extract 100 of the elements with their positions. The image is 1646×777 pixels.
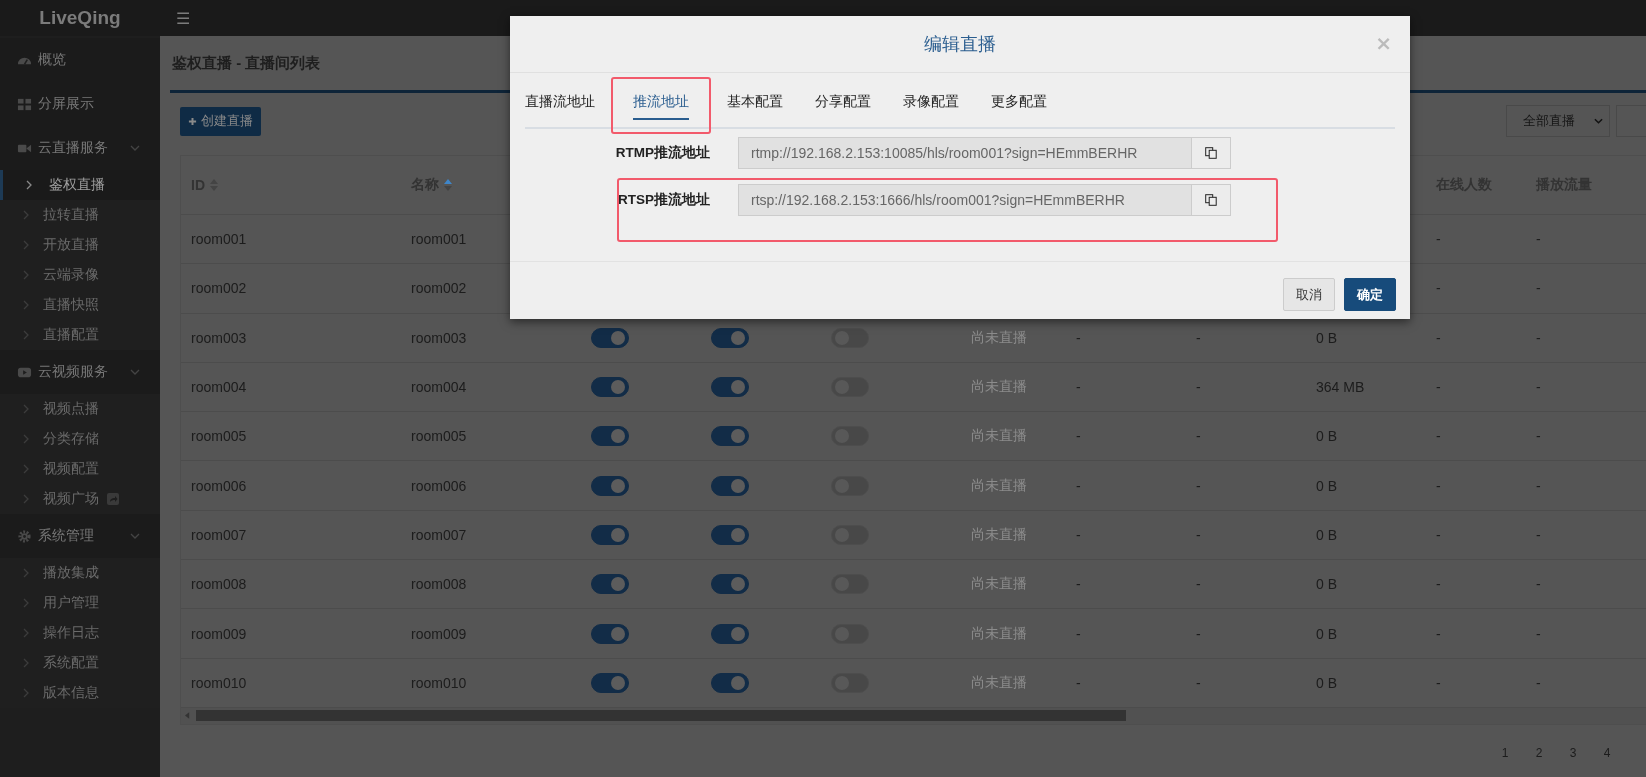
sidebar-item[interactable]: 直播配置 [0,320,160,350]
dialog-title: 编辑直播 [924,33,996,56]
tab[interactable]: 分享配置 [799,79,887,127]
chevron-icon [23,210,29,220]
tab[interactable]: 录像配置 [887,79,975,127]
tab[interactable]: 基本配置 [711,79,799,127]
table-cell: - [1536,428,1541,445]
table-cell: - [1436,280,1441,297]
toggle-switch[interactable] [591,327,629,348]
toggle-switch[interactable] [711,574,749,595]
chevron-icon [23,300,29,310]
filter-dropdown[interactable]: 全部直播 [1506,105,1610,137]
copy-button[interactable] [1192,183,1231,216]
table-cell: - [1436,674,1441,691]
sidebar-item[interactable]: 分类存储 [0,424,160,454]
table-cell: - [1076,379,1081,396]
chevron-icon [130,145,140,151]
table-cell: - [1196,674,1201,691]
table-cell: 0 B [1316,576,1337,593]
toggle-switch[interactable] [591,524,629,545]
cancel-button[interactable]: 取消 [1283,278,1335,311]
chevron-icon [23,404,29,414]
table-cell: 0 B [1316,674,1337,691]
toggle-switch[interactable] [591,672,629,693]
sidebar-item[interactable]: 视频点播 [0,394,160,424]
table-cell: room009 [411,625,467,642]
table-cell: room001 [411,231,467,248]
toggle-switch[interactable] [591,475,629,496]
toggle-switch[interactable] [711,377,749,398]
url-field[interactable]: rtsp://192.168.2.153:1666/hls/room001?sign=HEmmBERHR [738,183,1192,216]
table-cell: - [1536,576,1541,593]
left-arrow-icon[interactable] [185,712,190,720]
sort-icon[interactable] [444,179,452,191]
table-cell: - [1436,428,1441,445]
copy-button[interactable] [1192,136,1231,169]
table-cell: room010 [191,674,247,691]
table-cell: - [1536,231,1541,248]
field-label: RTSP推流地址 [617,190,711,209]
chevron-icon [23,658,29,668]
table-cell: room004 [411,379,467,396]
table-cell: 364 MB [1316,379,1365,396]
toggle-switch[interactable] [591,574,629,595]
table-cell: - [1536,477,1541,494]
sidebar-item[interactable]: 云端录像 [0,260,160,290]
table-cell: - [1076,625,1081,642]
sidebar-item[interactable]: 直播快照 [0,290,160,320]
confirm-button[interactable]: 确定 [1344,278,1396,311]
chevron-icon [26,180,32,190]
page-link[interactable]: 3 [1558,744,1588,761]
toggle-switch[interactable] [711,327,749,348]
table-cell: room007 [191,526,247,543]
table-cell: - [1196,428,1201,445]
page-link[interactable]: 2 [1524,744,1554,761]
table-cell: - [1196,576,1201,593]
table-cell: room004 [191,379,247,396]
table-cell: 0 B [1316,625,1337,642]
table-cell: room003 [411,329,467,346]
toggle-switch[interactable] [591,623,629,644]
chevron-icon [23,330,29,340]
table-cell: room009 [191,625,247,642]
create-button[interactable]: 创建直播 [180,106,261,136]
sidebar-item[interactable]: 开放直播 [0,230,160,260]
toggle-switch[interactable] [711,623,749,644]
sidebar-item[interactable]: 播放集成 [0,558,160,588]
sidebar-item[interactable]: 视频广场 [0,484,160,514]
tab[interactable]: 推流地址 [633,86,689,120]
toggle-switch[interactable] [711,524,749,545]
tab[interactable]: 更多配置 [975,79,1063,127]
toggle-switch[interactable] [591,426,629,447]
table-cell: - [1196,477,1201,494]
sidebar-item[interactable]: 视频配置 [0,454,160,484]
toggle-switch[interactable] [711,475,749,496]
sidebar-item[interactable]: 鉴权直播 [0,170,160,200]
table-cell: - [1436,625,1441,642]
toggle-switch[interactable] [591,377,629,398]
sidebar-item[interactable]: 系统配置 [0,648,160,678]
url-field[interactable]: rtmp://192.168.2.153:10085/hls/room001?sign=HEmmBERHR [738,136,1192,169]
table-cell: room007 [411,526,467,543]
sidebar-item[interactable]: 操作日志 [0,618,160,648]
chevron-icon [23,434,29,444]
tab[interactable]: 直播流地址 [525,79,611,127]
page-link[interactable]: 4 [1592,744,1622,761]
table-cell: room005 [411,428,467,445]
toggle-switch[interactable] [711,426,749,447]
chevron-icon [23,628,29,638]
menu-button[interactable]: ☰ [166,8,201,28]
sidebar-item[interactable]: 版本信息 [0,678,160,708]
grid-icon [17,96,32,112]
close-button[interactable]: × [1369,30,1398,56]
table-cell: - [1436,526,1441,543]
table-cell: - [1196,329,1201,346]
table-cell: - [1076,329,1081,346]
toggle-switch[interactable] [711,672,749,693]
plus-icon [188,116,197,126]
chevron-icon [23,598,29,608]
sidebar-item[interactable]: 用户管理 [0,588,160,618]
page-link[interactable]: 1 [1490,744,1520,761]
sidebar-item[interactable]: 拉转直播 [0,200,160,230]
table-cell: - [1436,231,1441,248]
table-cell: - [1196,379,1201,396]
